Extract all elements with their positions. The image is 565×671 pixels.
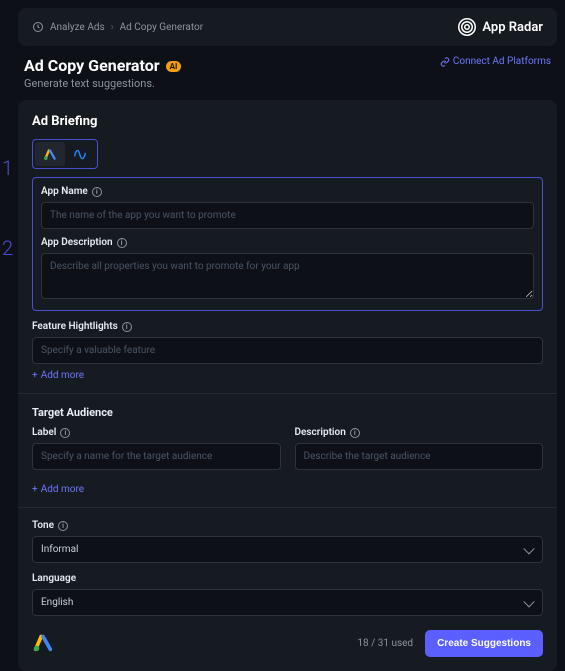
header-bar: Analyze Ads › Ad Copy Generator App Rada…: [18, 8, 557, 46]
link-icon: [440, 57, 450, 67]
target-audience-heading: Target Audience: [32, 406, 543, 419]
page-subtitle: Generate text suggestions.: [18, 77, 557, 100]
app-name-label: App Name i: [41, 186, 534, 197]
breadcrumb-item-2[interactable]: Ad Copy Generator: [120, 22, 203, 33]
feature-highlights-label: Feature Hightlights i: [32, 321, 543, 332]
audience-label-label-text: Label: [32, 427, 56, 438]
google-ads-icon: [32, 631, 54, 653]
divider: [18, 393, 557, 394]
feature-highlights-label-text: Feature Hightlights: [32, 321, 118, 332]
page-title-text: Ad Copy Generator: [24, 56, 160, 75]
info-icon[interactable]: i: [350, 428, 360, 438]
meta-icon: [73, 147, 87, 161]
language-label-text: Language: [32, 573, 76, 584]
brand: App Radar: [458, 18, 543, 36]
usage-count: 18 / 31 used: [357, 638, 413, 649]
app-radar-icon: [458, 18, 476, 36]
divider: [18, 507, 557, 508]
feature-highlight-input[interactable]: [32, 337, 543, 364]
tone-select[interactable]: Informal: [32, 536, 543, 563]
google-ads-logo: [32, 631, 54, 656]
audience-description-input[interactable]: [295, 443, 544, 470]
create-suggestions-button[interactable]: Create Suggestions: [425, 630, 543, 657]
tone-label-text: Tone: [32, 520, 54, 531]
tone-label: Tone i: [32, 520, 543, 531]
audience-description-label: Description i: [295, 427, 544, 438]
highlighted-inputs: App Name i App Description i: [32, 177, 543, 311]
language-select[interactable]: English: [32, 589, 543, 616]
ad-platform-toggle: [32, 139, 98, 169]
info-icon[interactable]: i: [122, 322, 132, 332]
page-title: Ad Copy Generator AI: [24, 56, 181, 75]
info-icon[interactable]: i: [58, 521, 68, 531]
connect-ad-platforms-link[interactable]: Connect Ad Platforms: [440, 56, 551, 67]
plus-icon: +: [32, 484, 38, 495]
audience-label-input[interactable]: [32, 443, 281, 470]
app-name-label-text: App Name: [41, 186, 88, 197]
add-more-features-label: Add more: [41, 370, 84, 381]
add-more-audience[interactable]: + Add more: [32, 484, 84, 495]
ad-briefing-card: Ad Briefing App Name i: [18, 100, 557, 671]
brand-name: App Radar: [482, 20, 543, 35]
language-label: Language: [32, 573, 543, 584]
plus-icon: +: [32, 370, 38, 381]
ai-badge: AI: [166, 61, 182, 72]
info-icon[interactable]: i: [60, 428, 70, 438]
breadcrumb-item-1[interactable]: Analyze Ads: [50, 22, 105, 33]
info-icon[interactable]: i: [117, 238, 127, 248]
annotation-2: 2: [2, 236, 13, 260]
analyze-icon: [32, 21, 44, 33]
chevron-right-icon: ›: [111, 22, 114, 33]
audience-description-label-text: Description: [295, 427, 346, 438]
app-name-input[interactable]: [41, 202, 534, 229]
info-icon[interactable]: i: [92, 187, 102, 197]
app-description-label-text: App Description: [41, 237, 113, 248]
platform-meta[interactable]: [65, 142, 95, 166]
app-description-label: App Description i: [41, 237, 534, 248]
connect-link-label: Connect Ad Platforms: [453, 56, 551, 67]
audience-label-label: Label i: [32, 427, 281, 438]
platform-google-ads[interactable]: [35, 142, 65, 166]
add-more-features[interactable]: + Add more: [32, 370, 84, 381]
app-description-input[interactable]: [41, 253, 534, 299]
breadcrumb: Analyze Ads › Ad Copy Generator: [32, 21, 203, 33]
annotation-1: 1: [2, 156, 13, 180]
google-ads-icon: [43, 147, 57, 161]
add-more-audience-label: Add more: [41, 484, 84, 495]
ad-briefing-heading: Ad Briefing: [32, 114, 543, 129]
